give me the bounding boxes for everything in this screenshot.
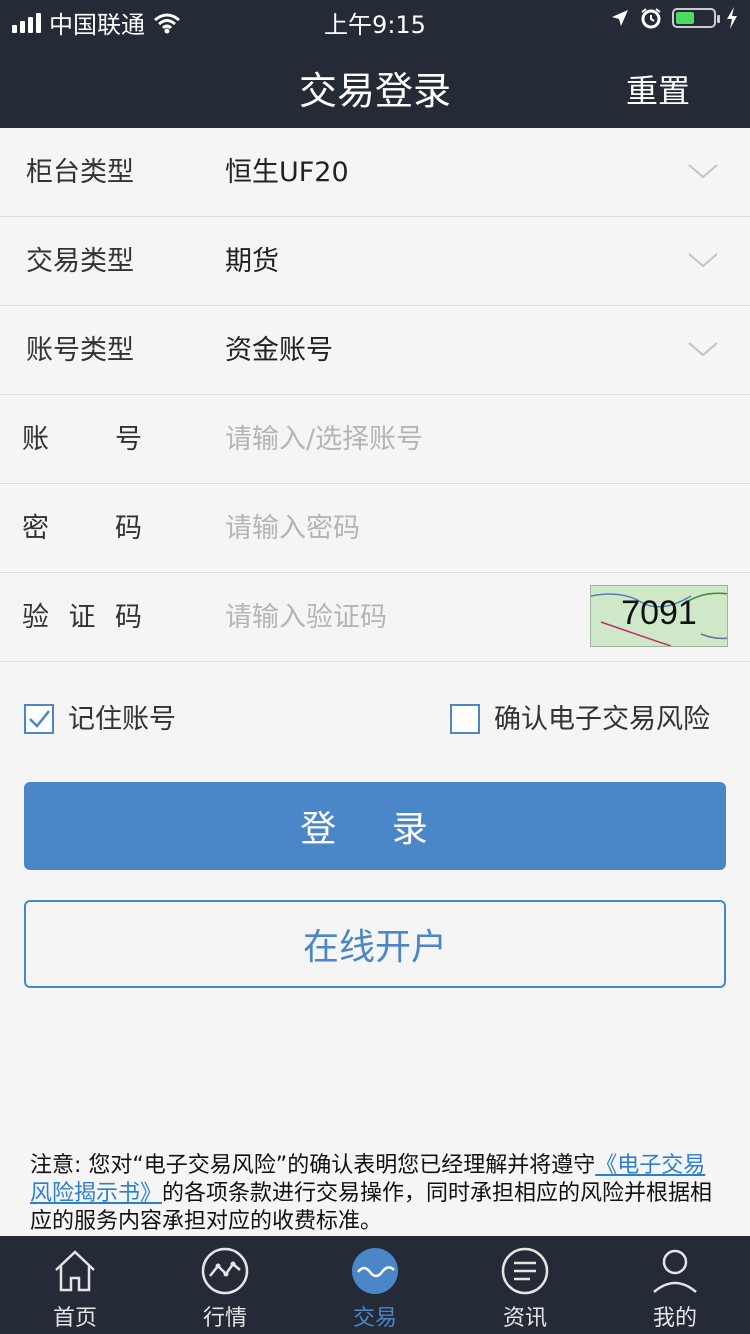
password-label-char: 码 <box>115 513 142 544</box>
risk-notice: 注意: 您对“电子交易风险”的确认表明您已经理解并将遵守《电子交易风险揭示书》的… <box>30 1152 720 1236</box>
login-form: 柜台类型 恒生UF20 交易类型 期货 账号类型 资金账号 账 号 请输入/选择… <box>0 128 750 662</box>
chart-icon <box>201 1247 249 1295</box>
remember-account-label[interactable]: 记住账号 <box>68 700 176 740</box>
home-icon <box>55 1250 95 1292</box>
checkmark-icon <box>29 710 50 728</box>
account-label: 账 号 <box>22 395 142 484</box>
account-type-value: 资金账号 <box>225 335 333 366</box>
password-input-row: 密 码 请输入密码 <box>0 484 750 573</box>
trade-type-label: 交易类型 <box>26 246 134 277</box>
trade-type-select[interactable]: 交易类型 期货 <box>0 217 750 306</box>
password-input[interactable]: 请输入密码 <box>225 484 360 573</box>
user-icon <box>653 1249 697 1293</box>
chevron-down-icon <box>688 342 718 357</box>
tab-market[interactable]: 行情 <box>150 1236 300 1334</box>
battery-icon <box>672 8 720 28</box>
captcha-label: 验 证 码 <box>22 573 142 662</box>
alarm-icon <box>641 8 661 29</box>
trade-type-value: 期货 <box>225 246 279 277</box>
confirm-risk-checkbox[interactable] <box>450 704 480 734</box>
tab-home[interactable]: 首页 <box>0 1236 150 1334</box>
location-icon <box>612 10 628 26</box>
login-options: 记住账号 确认电子交易风险 <box>0 700 750 744</box>
reset-button[interactable]: 重置 <box>626 66 690 112</box>
status-right <box>610 7 738 29</box>
app-header: 中国联通 上午9:15 交易登录 重置 <box>0 0 750 128</box>
login-button[interactable]: 登 录 <box>24 782 726 870</box>
account-type-select[interactable]: 账号类型 资金账号 <box>0 306 750 395</box>
account-label-char: 号 <box>115 424 142 455</box>
open-account-button[interactable]: 在线开户 <box>24 900 726 988</box>
captcha-label-char: 证 <box>68 602 96 633</box>
news-icon <box>501 1247 549 1295</box>
bottom-tab-bar: 首页 行情 交易 资讯 我的 <box>0 1236 750 1334</box>
account-label-char: 账 <box>22 424 49 455</box>
account-type-label: 账号类型 <box>26 335 134 366</box>
captcha-label-char: 验 <box>22 602 49 633</box>
captcha-input-row: 验 证 码 请输入验证码 7091 <box>0 573 750 662</box>
counter-type-select[interactable]: 柜台类型 恒生UF20 <box>0 128 750 217</box>
tab-label: 资讯 <box>502 1306 547 1331</box>
account-input[interactable]: 请输入/选择账号 <box>225 395 423 484</box>
status-bar: 中国联通 上午9:15 <box>0 0 750 40</box>
captcha-image[interactable]: 7091 <box>590 585 728 647</box>
tab-label: 我的 <box>652 1306 697 1331</box>
tab-label: 交易 <box>352 1306 397 1331</box>
confirm-risk-label[interactable]: 确认电子交易风险 <box>494 700 710 740</box>
notice-prefix: 注意: 您对“电子交易风险”的确认表明您已经理解并将遵守 <box>30 1153 596 1178</box>
tab-news[interactable]: 资讯 <box>450 1236 600 1334</box>
captcha-code: 7091 <box>621 594 697 632</box>
trade-icon <box>352 1248 398 1294</box>
counter-type-value: 恒生UF20 <box>225 157 349 188</box>
remember-account-checkbox[interactable] <box>24 704 54 734</box>
account-input-row: 账 号 请输入/选择账号 <box>0 395 750 484</box>
charging-icon <box>727 7 737 29</box>
captcha-input[interactable]: 请输入验证码 <box>225 573 387 662</box>
password-label-char: 密 <box>22 513 49 544</box>
chevron-down-icon <box>688 164 718 179</box>
tab-label: 首页 <box>52 1306 97 1331</box>
captcha-label-char: 码 <box>115 602 142 633</box>
tab-label: 行情 <box>202 1306 247 1331</box>
tab-trade[interactable]: 交易 <box>300 1236 450 1334</box>
chevron-down-icon <box>688 253 718 268</box>
counter-type-label: 柜台类型 <box>26 157 134 188</box>
tab-profile[interactable]: 我的 <box>600 1236 750 1334</box>
password-label: 密 码 <box>22 484 142 573</box>
